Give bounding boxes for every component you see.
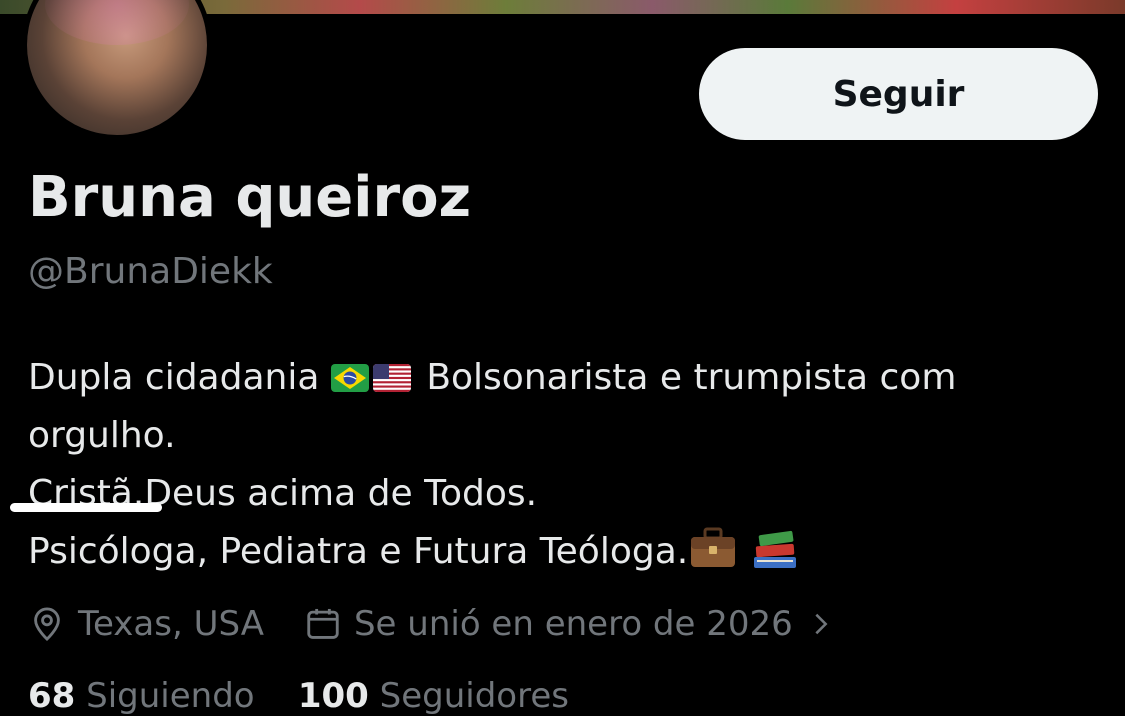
followers-label: Seguidores	[379, 676, 569, 716]
user-handle: @BrunaDiekk	[28, 251, 273, 292]
following-count: 68	[28, 676, 76, 716]
bio-text-profession: Psicóloga, Pediatra e Futura Teóloga.	[28, 531, 689, 572]
bio-text-politics: Bolsonarista e trumpista com	[426, 357, 957, 398]
avatar[interactable]	[22, 0, 212, 140]
bio-line-3: Cristã.Deus acima de Todos.	[28, 473, 538, 514]
followers-count: 100	[297, 676, 369, 716]
location-text: Texas, USA	[78, 604, 264, 644]
briefcase-icon	[688, 523, 738, 573]
avatar-image	[27, 0, 207, 135]
profile-meta: Texas, USA Se unió en enero de 2026	[28, 596, 835, 652]
following-label: Siguiendo	[86, 676, 255, 716]
display-name: Bruna queiroz	[28, 165, 472, 230]
follow-stats: 68 Siguiendo 100 Seguidores	[28, 676, 569, 716]
location-pin-icon	[34, 607, 60, 641]
bio-text-citizenship: Dupla cidadania	[28, 357, 320, 398]
underline-annotation	[10, 503, 162, 512]
calendar-icon	[307, 608, 339, 639]
bio-line-2: orgulho.	[28, 415, 176, 456]
following-link[interactable]: 68 Siguiendo	[28, 676, 255, 716]
joined-text: Se unió en enero de 2026	[353, 604, 793, 644]
bio: Dupla cidadania Bolsonarista e trumpista…	[28, 349, 1108, 581]
follow-button[interactable]: Seguir	[699, 48, 1098, 140]
location-item: Texas, USA	[28, 604, 264, 644]
followers-link[interactable]: 100 Seguidores	[298, 676, 569, 716]
bio-line-4: Psicóloga, Pediatra e Futura Teóloga.	[28, 523, 1108, 581]
brazil-flag-icon	[330, 364, 369, 392]
bio-line-1: Dupla cidadania Bolsonarista e trumpista…	[28, 349, 1108, 407]
usa-flag-icon	[372, 364, 411, 392]
books-icon	[750, 523, 800, 573]
joined-item[interactable]: Se unió en enero de 2026	[304, 604, 835, 644]
chevron-right-icon	[815, 613, 828, 635]
